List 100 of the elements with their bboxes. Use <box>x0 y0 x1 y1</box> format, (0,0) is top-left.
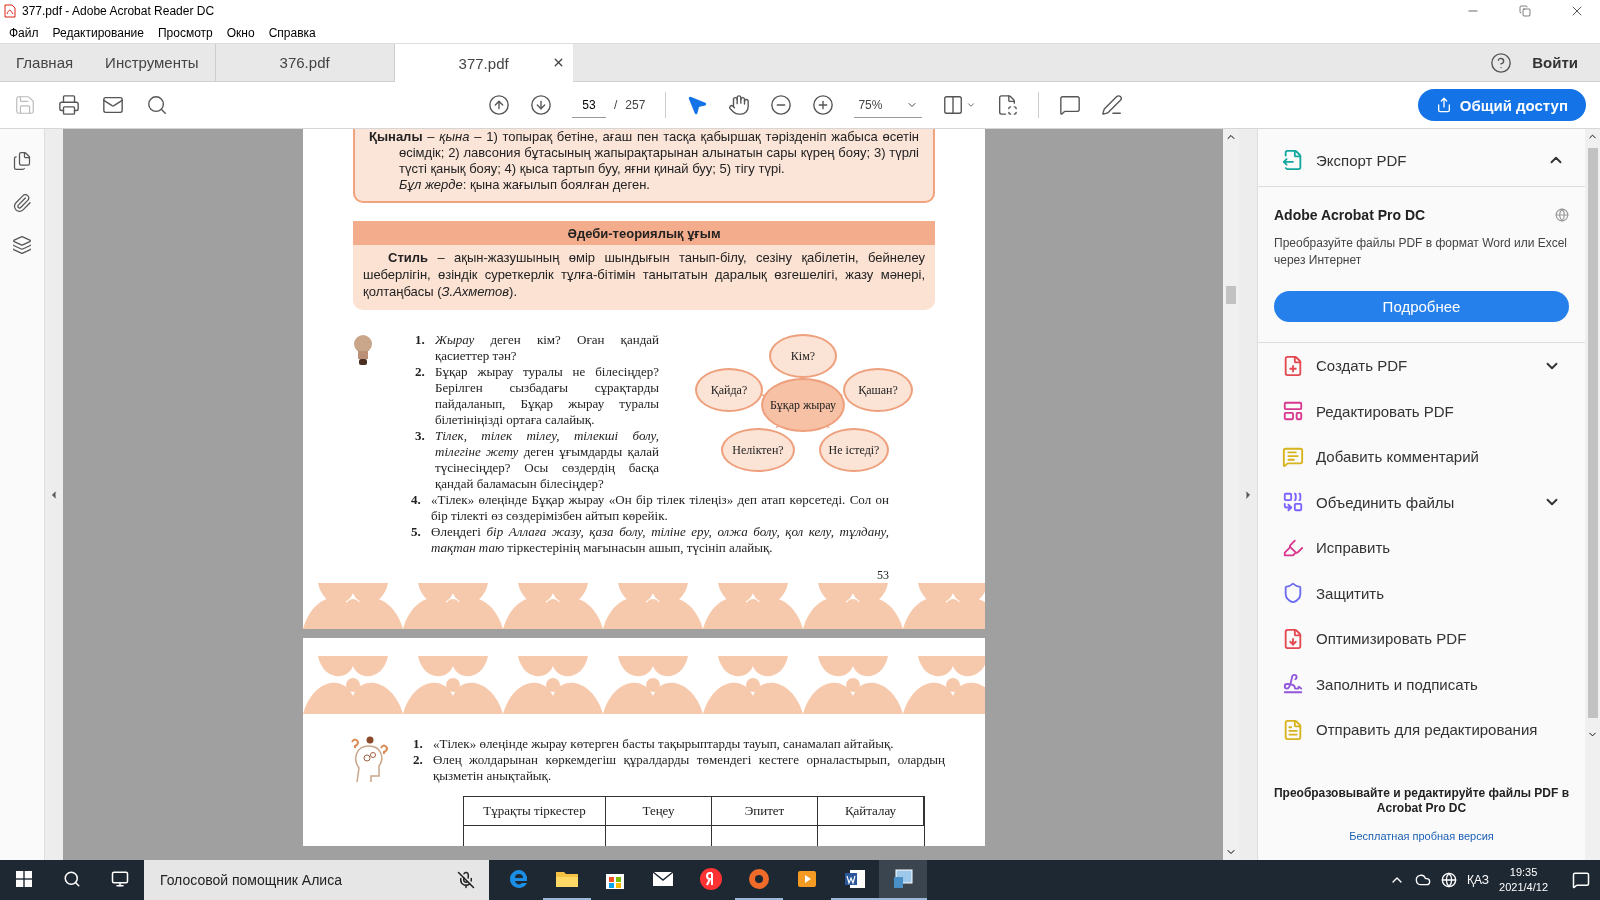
pen-icon[interactable] <box>1101 94 1124 116</box>
zoom-out-icon[interactable] <box>770 94 793 116</box>
file-plus-icon <box>1282 354 1304 377</box>
paperclip-icon[interactable] <box>12 193 32 213</box>
pages-icon[interactable] <box>12 151 32 171</box>
zoom-field[interactable]: 75% <box>854 92 923 118</box>
yandex-icon <box>699 867 723 891</box>
question-text: Бұқар жырау туралы не білесіңдер? Берілген сызбадағы сұрақтарды пайдаланып, Бұқар жырау туралы білетініңізді ортаға салайық. <box>435 364 659 428</box>
taskbar-search-field[interactable]: Голосовой помощник Алиса <box>158 871 457 889</box>
tool-item[interactable]: Объединить файлы <box>1258 479 1585 525</box>
scroll-mode-icon[interactable] <box>996 94 1019 116</box>
scroll-thumb[interactable] <box>1226 285 1236 304</box>
media-icon <box>748 868 770 890</box>
menu-item[interactable]: Файл <box>2 25 46 40</box>
page-separator: / <box>614 98 618 112</box>
print-icon[interactable] <box>58 94 80 116</box>
notifications-icon[interactable] <box>1572 871 1590 889</box>
tab[interactable]: 376.pdf <box>214 44 394 81</box>
microphone-off-icon <box>457 871 475 889</box>
tool-item[interactable]: Редактировать PDF <box>1258 388 1585 434</box>
layout-icon <box>1282 400 1304 423</box>
tool-item[interactable]: Создать PDF <box>1258 343 1585 389</box>
learn-more-button[interactable]: Подробнее <box>1274 291 1569 322</box>
page-number: 53 <box>877 568 889 583</box>
network-icon[interactable] <box>1440 872 1457 888</box>
menu-item[interactable]: Справка <box>261 25 323 40</box>
table-header: Теңеу <box>606 797 712 826</box>
pointer-icon[interactable] <box>686 94 709 116</box>
panel-scrollbar[interactable] <box>1585 129 1600 860</box>
free-trial-link[interactable]: Бесплатная пробная версия <box>1349 830 1494 842</box>
restore-icon[interactable] <box>1519 5 1531 17</box>
language-indicator[interactable]: ҚАЗ <box>1466 873 1490 887</box>
concept-text: Стиль – ақын-жазушының өмір шындығын танып-білу, сезіну қабілетін, бейнелеу шеберлігін, өзіндік суреткерлік тұлға-бітімін танытатын даралық өзгешелігі, жазу мәнері, қолтаңбасы (З.Ахметов). <box>362 249 926 301</box>
question-text: «Тілек» өлеңінде жырау көтерген басты тақырыптарды тауып, санамалап айтайық. <box>433 736 895 752</box>
scroll-thumb[interactable] <box>1587 148 1598 718</box>
thinking-head-icon <box>351 736 389 784</box>
export-pdf-header[interactable]: Экспорт PDF <box>1258 134 1585 187</box>
diagram-node: Не істеді? <box>819 428 889 472</box>
diagram-node: Қашан? <box>843 368 913 412</box>
zoom-in-icon[interactable] <box>812 94 835 116</box>
search-icon[interactable] <box>146 94 168 116</box>
promo-title: Adobe Acrobat Pro DC <box>1274 207 1426 223</box>
tool-item[interactable]: Добавить комментарий <box>1258 434 1585 480</box>
tab[interactable]: 377.pdf <box>393 44 573 82</box>
file-icon <box>1282 627 1304 650</box>
share-button[interactable]: Общий доступ <box>1417 89 1586 121</box>
tool-item[interactable]: Заполнить и подписать <box>1258 661 1585 707</box>
file-comment-icon <box>1282 718 1304 741</box>
shield-icon <box>1282 582 1304 605</box>
layers-icon[interactable] <box>12 235 32 255</box>
table-header: Қайталау <box>818 797 924 826</box>
pdf-icon <box>4 4 16 18</box>
diagram-node: Кім? <box>769 334 837 378</box>
question-number: 3. <box>415 428 426 445</box>
tab[interactable]: Главная <box>0 44 90 81</box>
taskbar-app[interactable] <box>879 860 927 900</box>
mail-icon <box>652 870 674 888</box>
taskbar-search-box[interactable]: Голосовой помощник Алиса <box>144 860 489 900</box>
definition-note: Бұл жерде: қына жағылып боялған деген. <box>398 177 651 193</box>
folder-icon <box>555 869 579 889</box>
word-icon <box>844 868 866 890</box>
export-icon <box>1282 149 1304 171</box>
globe-icon <box>1555 208 1569 222</box>
comment-icon[interactable] <box>1059 94 1082 116</box>
comment-icon <box>1282 445 1304 468</box>
menu-item[interactable]: Просмотр <box>150 25 220 40</box>
menu-item[interactable]: Окно <box>219 25 262 40</box>
tab[interactable]: Инструменты <box>89 44 215 81</box>
cloud-icon[interactable] <box>1414 872 1431 888</box>
previous-page-icon[interactable] <box>488 94 510 116</box>
combine-icon <box>1282 491 1304 514</box>
question-number: 4. <box>411 492 422 509</box>
clock[interactable]: 19:35 2021/4/12 <box>1499 865 1548 895</box>
page-total: 257 <box>625 98 646 112</box>
concept-heading: Әдеби-теориялық ұғым <box>353 221 935 245</box>
sign-in-button[interactable]: Войти <box>1512 44 1600 81</box>
mail-icon[interactable] <box>102 94 124 116</box>
hand-icon[interactable] <box>728 94 751 116</box>
browser-icon <box>508 868 530 890</box>
table-header: Тұрақты тіркестер <box>464 797 606 826</box>
page-fit-icon[interactable] <box>942 94 977 116</box>
tool-item[interactable]: Исправить <box>1258 525 1585 571</box>
diagram-node: Бұқар жырау <box>761 378 845 432</box>
tool-item[interactable]: Отправить для редактирования <box>1258 707 1585 753</box>
question-text: Жырау деген кім? Оған қандай қасиеттер тән? <box>435 332 659 364</box>
question-number: 5. <box>411 524 422 541</box>
menu-item[interactable]: Редактирование <box>45 25 151 40</box>
lightbulb-icon <box>351 332 375 368</box>
scrollbar[interactable] <box>1223 129 1239 860</box>
diagram-node: Неліктен? <box>721 428 795 472</box>
window-title: 377.pdf - Adobe Acrobat Reader DC <box>22 4 216 18</box>
promo-text: Преобразуйте файлы PDF в формат Word или Excel через Интернет <box>1274 235 1568 269</box>
share-icon <box>1435 97 1452 113</box>
question-text: «Тілек» өлеңінде Бұқар жырау «Он бір тілек тілеңіз» деп атап көрсетеді. Сол он бір тілекті өз сөздерімізбен айтып көрейік. <box>431 492 889 524</box>
tool-item[interactable]: Защитить <box>1258 570 1585 616</box>
next-page-icon[interactable] <box>530 94 552 116</box>
question-text: Өлең жолдарынан көркемдегіш құралдарды төмендегі кестеге орналастырып, олардың қызметін анықтайық. <box>433 752 945 784</box>
question-number: 1. <box>413 736 424 752</box>
tool-item[interactable]: Оптимизировать PDF <box>1258 616 1585 662</box>
page-number-field[interactable]: 53 <box>572 92 606 118</box>
